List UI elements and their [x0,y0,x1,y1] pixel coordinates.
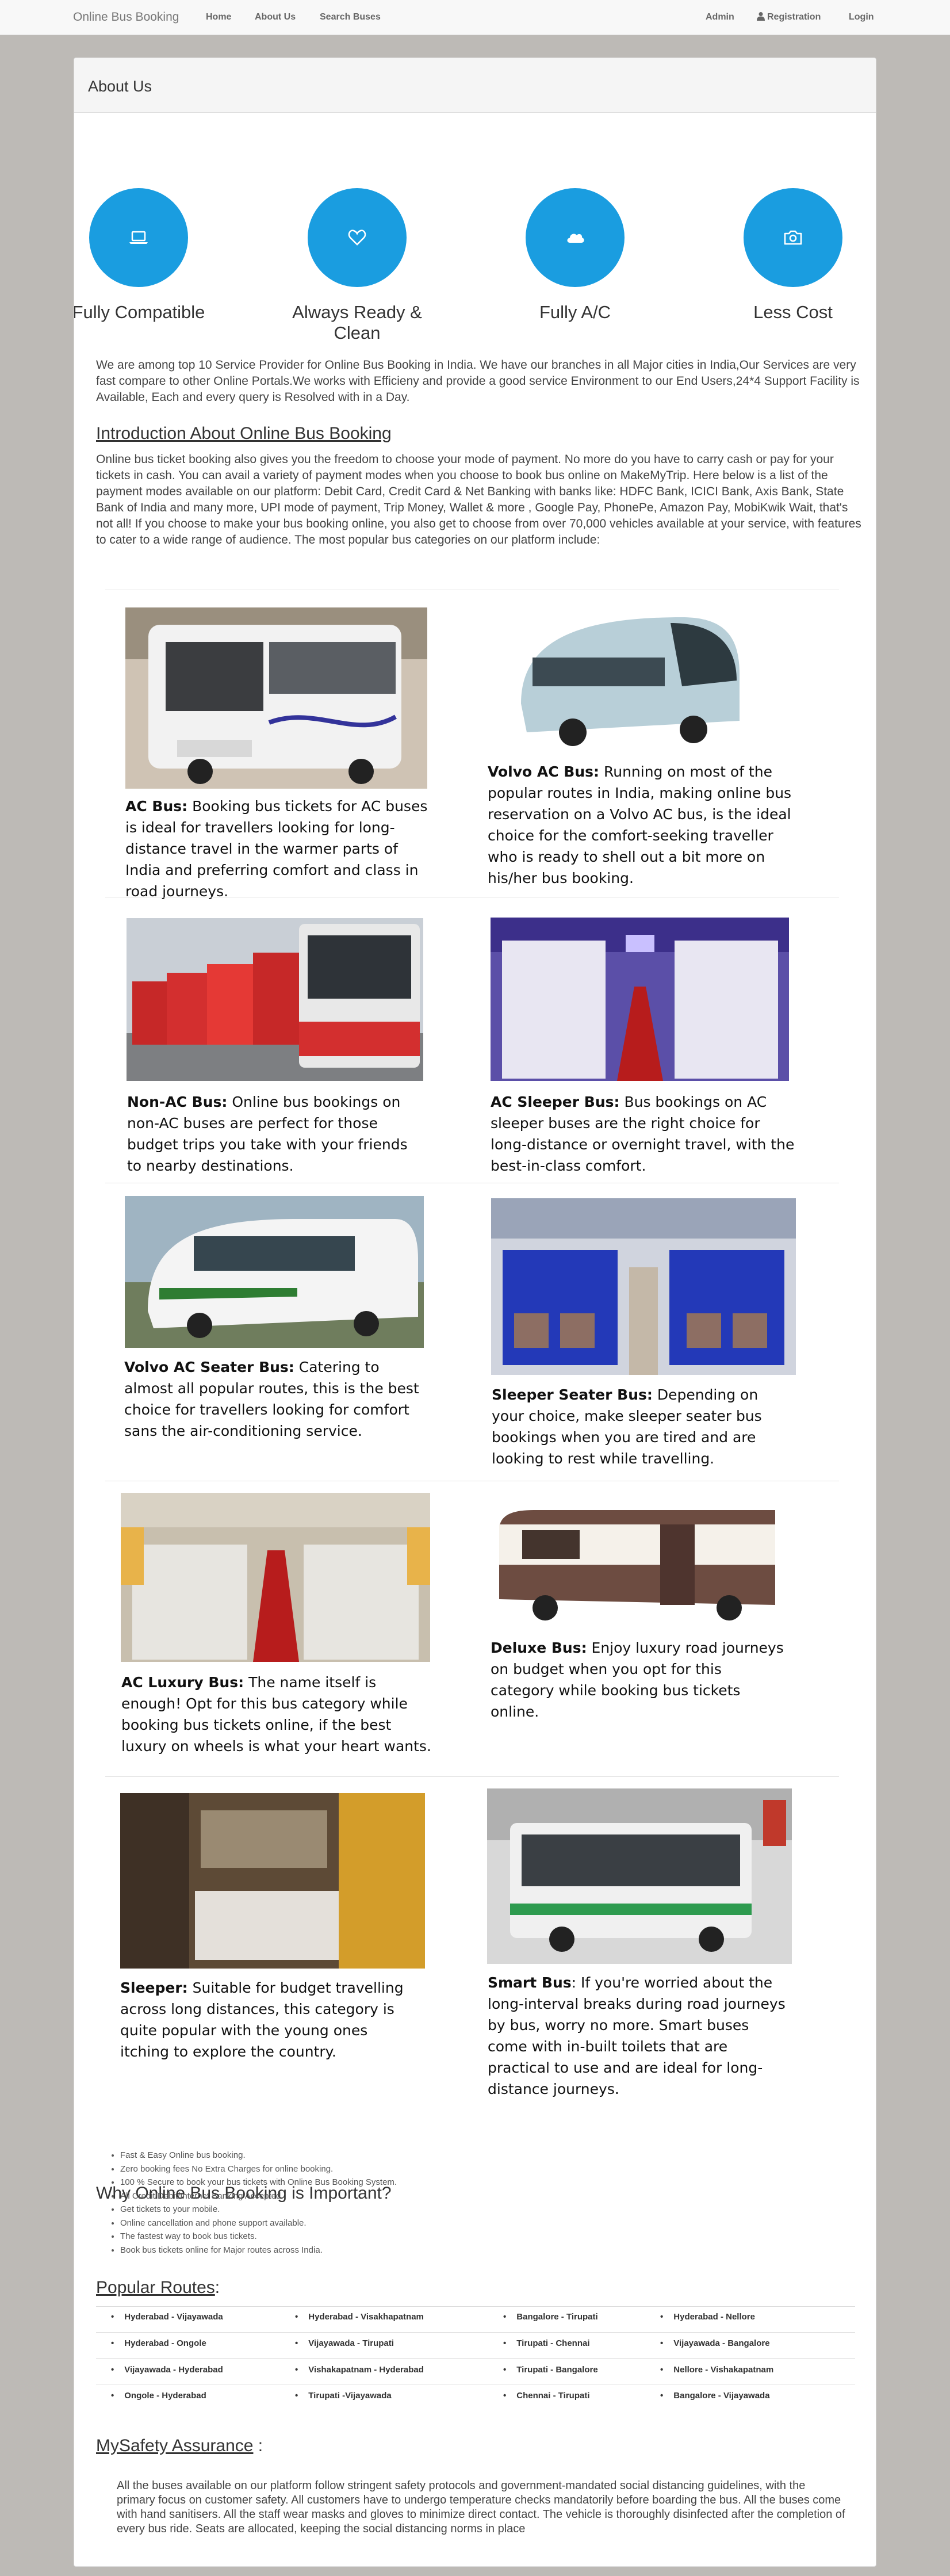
bus-type-desc: : If you're worried about the long-inter… [488,1974,786,2097]
nav-home-link[interactable]: Home [206,0,231,35]
list-item: Zero booking fees No Extra Charges for o… [120,2162,397,2176]
popular-routes-heading: Popular Routes: [96,2278,220,2298]
panel-heading: About Us [74,58,876,113]
route-link[interactable]: Vijayawada - Bangalore [660,2338,769,2348]
brand-link[interactable]: Online Bus Booking [73,0,179,35]
page-title: About Us [88,78,152,95]
feature-circle-ac [526,188,625,287]
route-link[interactable]: Hyderabad - Ongole [111,2338,206,2348]
volvo-ac-bus-description: Volvo AC Bus: Running on most of the pop… [488,761,798,889]
non-ac-bus-description: Non-AC Bus: Online bus bookings on non-A… [127,1091,426,1176]
ac-bus-description: AC Bus: Booking bus tickets for AC buses… [125,796,430,902]
camera-icon [784,230,802,245]
route-link[interactable]: Nellore - Vishakapatnam [660,2365,773,2375]
list-item: 100 % Secure to book your bus tickets wi… [120,2176,397,2189]
bus-type-name: AC Luxury Bus: [121,1674,244,1691]
list-item: The fastest way to book bus tickets. [120,2230,397,2244]
introduction-text: Online bus ticket booking also gives you… [96,453,861,546]
volvo-ac-seater-bus-description: Volvo AC Seater Bus: Catering to almost … [124,1356,423,1442]
feature-circle-clean [308,188,407,287]
sleeper-seater-bus-image [491,1198,796,1375]
route-link[interactable]: Tirupati -Vijayawada [295,2391,392,2401]
ac-luxury-bus-description: AC Luxury Bus: The name itself is enough… [121,1672,432,1757]
ac-luxury-bus-image [121,1493,430,1662]
nav-about-link[interactable]: About Us [255,0,296,35]
route-divider [96,2332,855,2333]
ac-sleeper-bus-description: AC Sleeper Bus: Bus bookings on AC sleep… [491,1091,795,1176]
route-link[interactable]: Vijayawada - Tirupati [295,2338,394,2348]
list-item: Book bus tickets online for Major routes… [120,2244,397,2257]
feature-label-clean: Always Ready & Clean [292,302,422,343]
list-item: Online cancellation and phone support av… [120,2216,397,2230]
list-item: Fast & Easy Online bus booking. [120,2149,397,2162]
route-divider [96,2358,855,2359]
bus-type-name: Non-AC Bus: [127,1094,228,1110]
why-list: Fast & Easy Online bus booking. Zero boo… [109,2149,397,2257]
route-link[interactable]: Bangalore - Tirupati [503,2312,597,2322]
sleeper-bus-description: Sleeper: Suitable for budget travelling … [120,1977,419,2062]
about-panel: About Us Fully Compatible Always Ready &… [74,58,876,2567]
route-link[interactable]: Bangalore - Vijayawada [660,2391,769,2401]
route-link[interactable]: Hyderabad - Nellore [660,2312,755,2322]
list-item: All Credit/Debit/Internet Banking Accept… [120,2189,397,2203]
bus-type-name: Sleeper Seater Bus: [492,1386,653,1403]
bus-type-name: Volvo AC Bus: [488,763,600,780]
feature-label-cost: Less Cost [753,302,833,322]
smart-bus-description: Smart Bus: If you're worried about the l… [488,1972,787,2100]
ac-sleeper-bus-image [491,918,789,1081]
volvo-ac-bus-image [510,606,745,753]
feature-label-ac: Fully A/C [539,302,611,322]
nav-login-link[interactable]: Login [849,0,874,35]
cloud-icon [567,234,584,243]
route-divider [96,2306,855,2307]
user-icon [757,0,765,35]
bus-type-name: Smart Bus [488,1974,572,1991]
popular-routes-colon: : [214,2278,220,2297]
introduction-heading: Introduction About Online Bus Booking [96,424,392,443]
bus-type-desc: Running on most of the popular routes in… [488,763,792,886]
deluxe-bus-image [488,1501,787,1628]
list-item: Get tickets to your mobile. [120,2203,397,2216]
non-ac-bus-image [127,918,423,1081]
heart-icon [348,230,366,246]
route-link[interactable]: Tirupati - Chennai [503,2338,589,2348]
safety-title: MySafety Assurance [96,2436,254,2455]
route-link[interactable]: Vishakapatnam - Hyderabad [295,2365,424,2375]
top-navbar: Online Bus Booking Home About Us Search … [0,0,950,35]
bus-type-name: Sleeper: [120,1979,188,1996]
volvo-ac-seater-bus-image [125,1196,424,1348]
route-link[interactable]: Hyderabad - Vijayawada [111,2312,223,2322]
nav-registration-link[interactable]: Registration [767,0,821,35]
nav-admin-link[interactable]: Admin [706,0,734,35]
route-link[interactable]: Chennai - Tirupati [503,2391,589,2401]
sleeper-bus-image [120,1793,425,1969]
sleeper-seater-bus-description: Sleeper Seater Bus: Depending on your ch… [492,1384,791,1469]
bus-type-name: AC Bus: [125,798,188,815]
bus-type-name: Volvo AC Seater Bus: [124,1359,294,1375]
safety-heading: MySafety Assurance : [96,2436,263,2456]
feature-circle-compatible [89,188,188,287]
deluxe-bus-description: Deluxe Bus: Enjoy luxury road journeys o… [491,1637,790,1722]
ac-bus-image [125,607,427,789]
bus-type-name: Deluxe Bus: [491,1639,587,1656]
route-link[interactable]: Vijayawada - Hyderabad [111,2365,223,2375]
bus-type-name: AC Sleeper Bus: [491,1094,620,1110]
intro-paragraph: We are among top 10 Service Provider for… [96,358,860,404]
smart-bus-image [487,1788,792,1964]
route-link[interactable]: Hyderabad - Visakhapatnam [295,2312,424,2322]
popular-routes-title: Popular Routes [96,2278,215,2297]
laptop-icon [129,231,148,244]
safety-colon: : [253,2436,263,2455]
safety-text: All the buses available on our platform … [117,2479,845,2535]
route-link[interactable]: Ongole - Hyderabad [111,2391,206,2401]
divider [105,1776,839,1777]
feature-circle-cost [744,188,842,287]
feature-label-compatible: Fully Compatible [74,302,205,322]
route-link[interactable]: Tirupati - Bangalore [503,2365,597,2375]
nav-search-buses-link[interactable]: Search Buses [320,0,381,35]
